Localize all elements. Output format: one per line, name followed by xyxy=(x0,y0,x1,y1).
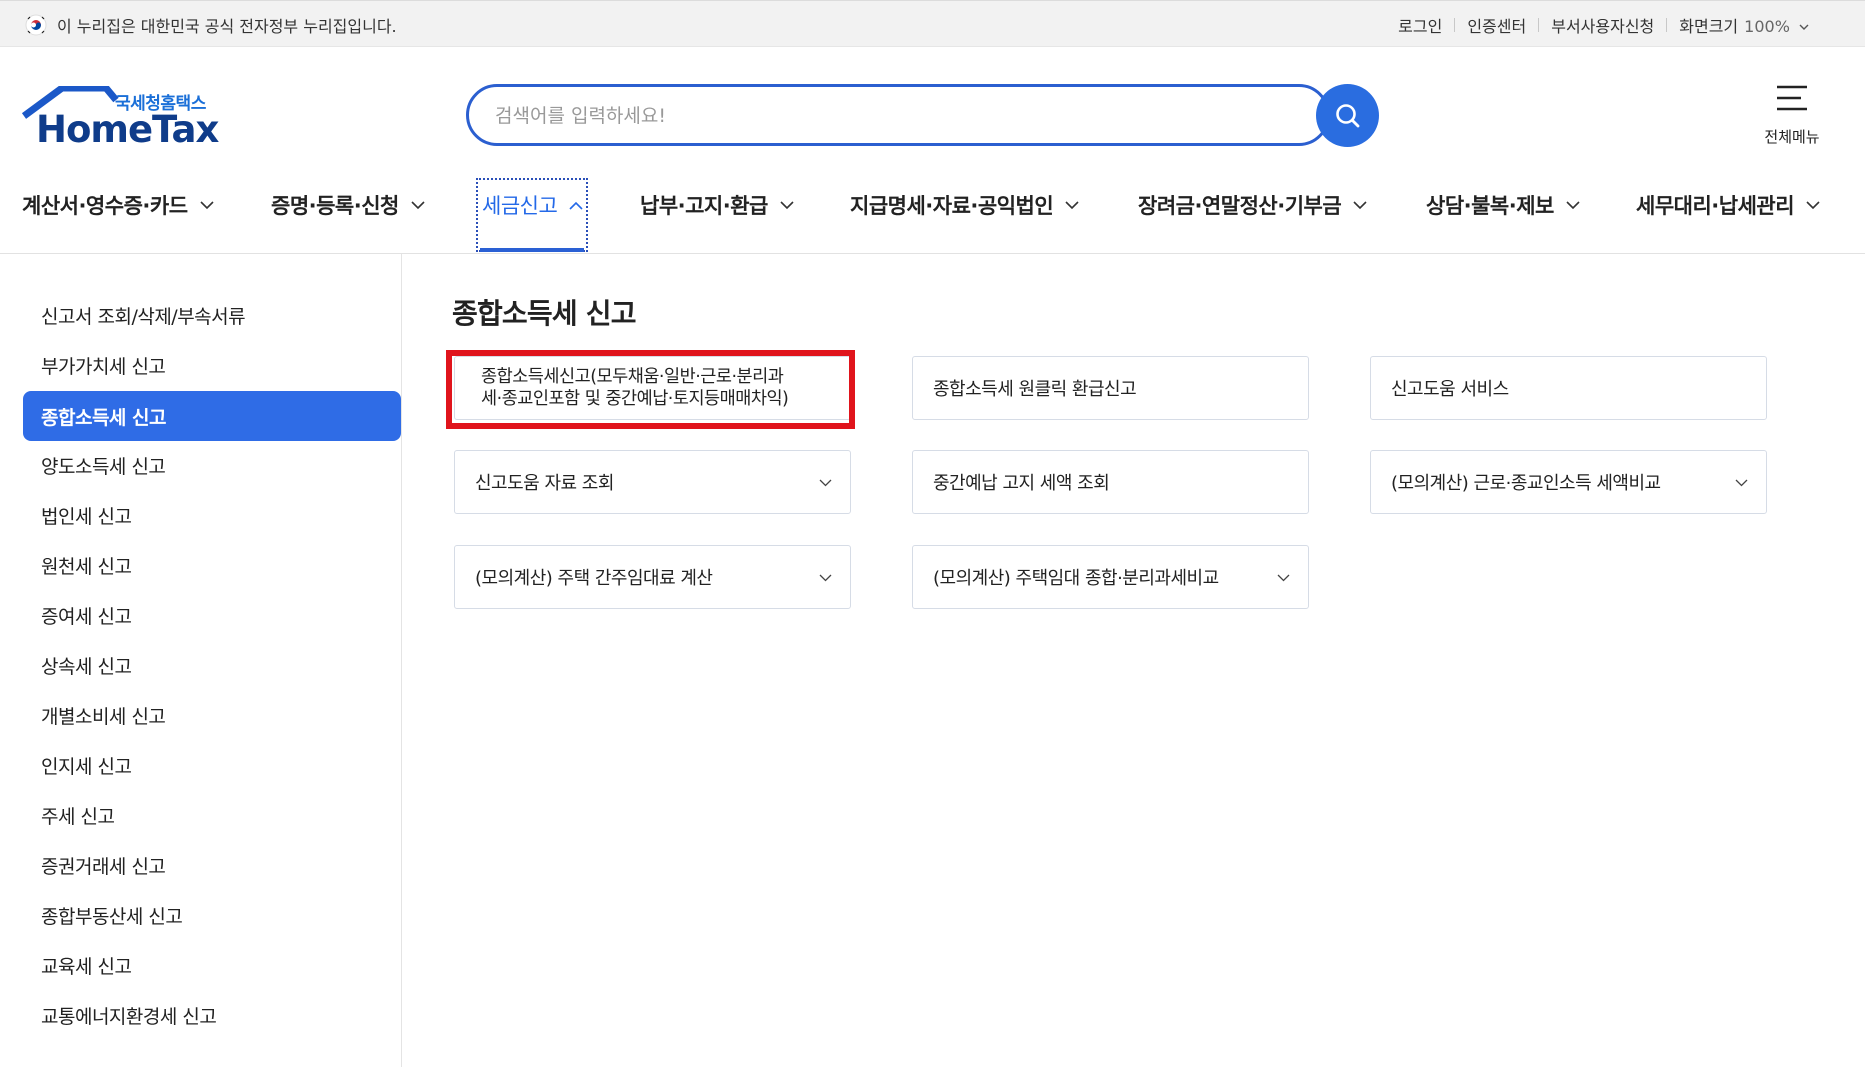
gnb-item-label: 세무대리·납세관리 xyxy=(1636,194,1795,218)
filing-help-service-card[interactable]: 신고도움 서비스 xyxy=(1370,356,1767,420)
all-menu-label: 전체메뉴 xyxy=(1764,128,1820,146)
sidebar-item-inheritance-tax[interactable]: 상속세 신고 xyxy=(23,640,401,690)
gnb-item-invoice-receipt-card[interactable]: 계산서·영수증·카드 xyxy=(22,178,214,254)
hamburger-menu-icon xyxy=(1777,85,1807,111)
sidebar-item-vat[interactable]: 부가가치세 신고 xyxy=(23,340,401,390)
card-label: (모의계산) 주택 간주임대료 계산 xyxy=(475,568,713,589)
one-click-refund-card[interactable]: 종합소득세 원클릭 환급신고 xyxy=(912,356,1309,420)
sidebar-item-gift-tax[interactable]: 증여세 신고 xyxy=(23,590,401,640)
chevron-down-icon xyxy=(1065,201,1079,210)
gnb-item-label: 세금신고 xyxy=(482,194,558,218)
card-label: 종합소득세신고(모두채움·일반·근로·분리과 세·종교인포함 및 중간예납·토지… xyxy=(481,366,789,410)
gnb-item-label: 증명·등록·신청 xyxy=(271,194,399,218)
logo-title: HomeTax xyxy=(36,108,219,151)
gov-banner: 이 누리집은 대한민국 공식 전자정부 누리집입니다. 로그인 인증센터 부서사… xyxy=(0,0,1865,47)
card-label: 종합소득세 원클릭 환급신고 xyxy=(933,379,1137,400)
chevron-down-icon xyxy=(780,201,794,210)
card-label-line1: 종합소득세신고(모두채움·일반·근로·분리과 xyxy=(481,367,784,387)
gnb-item-certificate-registration[interactable]: 증명·등록·신청 xyxy=(271,178,425,254)
gnb-item-payment-statement[interactable]: 지급명세·자료·공익법인 xyxy=(850,178,1079,254)
gnb-item-incentive-year-end[interactable]: 장려금·연말정산·기부금 xyxy=(1138,178,1367,254)
sidebar-item-report-inquiry[interactable]: 신고서 조회/삭제/부속서류 xyxy=(23,290,401,340)
gov-banner-left: 이 누리집은 대한민국 공식 전자정부 누리집입니다. xyxy=(25,1,397,48)
gnb-item-label: 계산서·영수증·카드 xyxy=(22,194,188,218)
sidebar-item-education-tax[interactable]: 교육세 신고 xyxy=(23,940,401,990)
chevron-down-icon xyxy=(819,479,832,487)
chevron-down-icon xyxy=(199,201,214,210)
chevron-up-icon xyxy=(569,201,583,210)
sidebar-item-securities-tax[interactable]: 증권거래세 신고 xyxy=(23,840,401,890)
card-label: (모의계산) 근로·종교인소득 세액비교 xyxy=(1391,473,1661,494)
filing-help-data-inquiry-card[interactable]: 신고도움 자료 조회 xyxy=(454,450,851,514)
gnb-item-label: 납부·고지·환급 xyxy=(640,194,768,218)
sidebar-item-liquor-tax[interactable]: 주세 신고 xyxy=(23,790,401,840)
gov-banner-links: 로그인 인증센터 부서사용자신청 화면크기 100% xyxy=(1386,1,1821,48)
simulated-housing-rental-card[interactable]: (모의계산) 주택임대 종합·분리과세비교 xyxy=(912,545,1309,609)
chevron-down-icon xyxy=(1277,574,1290,582)
chevron-down-icon xyxy=(1799,24,1809,30)
sidebar-item-traffic-energy-tax[interactable]: 교통에너지환경세 신고 xyxy=(23,990,401,1040)
search-input[interactable] xyxy=(493,99,1253,133)
gnb-item-tax-filing[interactable]: 세금신고 xyxy=(476,178,588,252)
gnb-item-label: 상담·불복·제보 xyxy=(1426,194,1554,218)
gnb-item-label: 지급명세·자료·공익법인 xyxy=(850,194,1054,218)
sidebar-item-income-tax[interactable]: 종합소득세 신고 xyxy=(23,391,401,441)
card-label: 신고도움 자료 조회 xyxy=(475,473,614,494)
korea-flag-icon xyxy=(25,14,47,35)
page-title: 종합소득세 신고 xyxy=(452,297,636,330)
sidebar-item-comprehensive-real-estate-tax[interactable]: 종합부동산세 신고 xyxy=(23,890,401,940)
income-tax-filing-card[interactable]: 종합소득세신고(모두채움·일반·근로·분리과 세·종교인포함 및 중간예납·토지… xyxy=(454,356,851,420)
sidebar-item-excise-tax[interactable]: 개별소비세 신고 xyxy=(23,690,401,740)
all-menu-button[interactable]: 전체메뉴 xyxy=(1754,84,1830,150)
search-icon xyxy=(1335,103,1359,127)
gnb-item-tax-agent[interactable]: 세무대리·납세관리 xyxy=(1636,178,1820,254)
search-box xyxy=(466,84,1330,146)
gnb-item-label: 장려금·연말정산·기부금 xyxy=(1138,194,1342,218)
certificate-center-link[interactable]: 인증센터 xyxy=(1455,13,1538,37)
chevron-down-icon xyxy=(1566,201,1580,210)
simulated-deemed-rent-card[interactable]: (모의계산) 주택 간주임대료 계산 xyxy=(454,545,851,609)
search-button[interactable] xyxy=(1316,84,1379,147)
sidebar-item-capital-gains-tax[interactable]: 양도소득세 신고 xyxy=(23,440,401,490)
gnb-item-consult-appeal-report[interactable]: 상담·불복·제보 xyxy=(1426,178,1580,254)
login-link[interactable]: 로그인 xyxy=(1386,13,1454,37)
simulated-tax-comparison-card[interactable]: (모의계산) 근로·종교인소득 세액비교 xyxy=(1370,450,1767,514)
card-label: (모의계산) 주택임대 종합·분리과세비교 xyxy=(933,568,1219,589)
sidebar-item-withholding-tax[interactable]: 원천세 신고 xyxy=(23,540,401,590)
main-navigation: 계산서·영수증·카드 증명·등록·신청 세금신고 납부·고지·환급 지급명세·자… xyxy=(0,178,1865,254)
chevron-down-icon xyxy=(1735,479,1748,487)
department-user-signup-link[interactable]: 부서사용자신청 xyxy=(1539,13,1666,37)
card-label: 신고도움 서비스 xyxy=(1391,379,1509,400)
sidebar-item-corporate-tax[interactable]: 법인세 신고 xyxy=(23,490,401,540)
screen-zoom-value: 100% xyxy=(1744,16,1790,36)
chevron-down-icon xyxy=(1353,201,1367,210)
screen-zoom-label: 화면크기 xyxy=(1679,16,1739,36)
card-label-line2: 세·종교인포함 및 중간예납·토지등매매차익) xyxy=(481,389,789,409)
chevron-down-icon xyxy=(819,574,832,582)
card-label: 중간예납 고지 세액 조회 xyxy=(933,473,1110,494)
sidebar-divider xyxy=(401,254,402,1067)
hometax-logo[interactable]: 국세청홈택스 HomeTax xyxy=(22,86,222,151)
gnb-item-payment-notice-refund[interactable]: 납부·고지·환급 xyxy=(640,178,794,254)
chevron-down-icon xyxy=(1806,201,1820,210)
screen-zoom-dropdown[interactable]: 화면크기 100% xyxy=(1667,13,1821,37)
gov-banner-text: 이 누리집은 대한민국 공식 전자정부 누리집입니다. xyxy=(57,16,397,36)
sidebar-item-stamp-tax[interactable]: 인지세 신고 xyxy=(23,740,401,790)
chevron-down-icon xyxy=(411,201,425,210)
interim-prepayment-inquiry-card[interactable]: 중간예납 고지 세액 조회 xyxy=(912,450,1309,514)
